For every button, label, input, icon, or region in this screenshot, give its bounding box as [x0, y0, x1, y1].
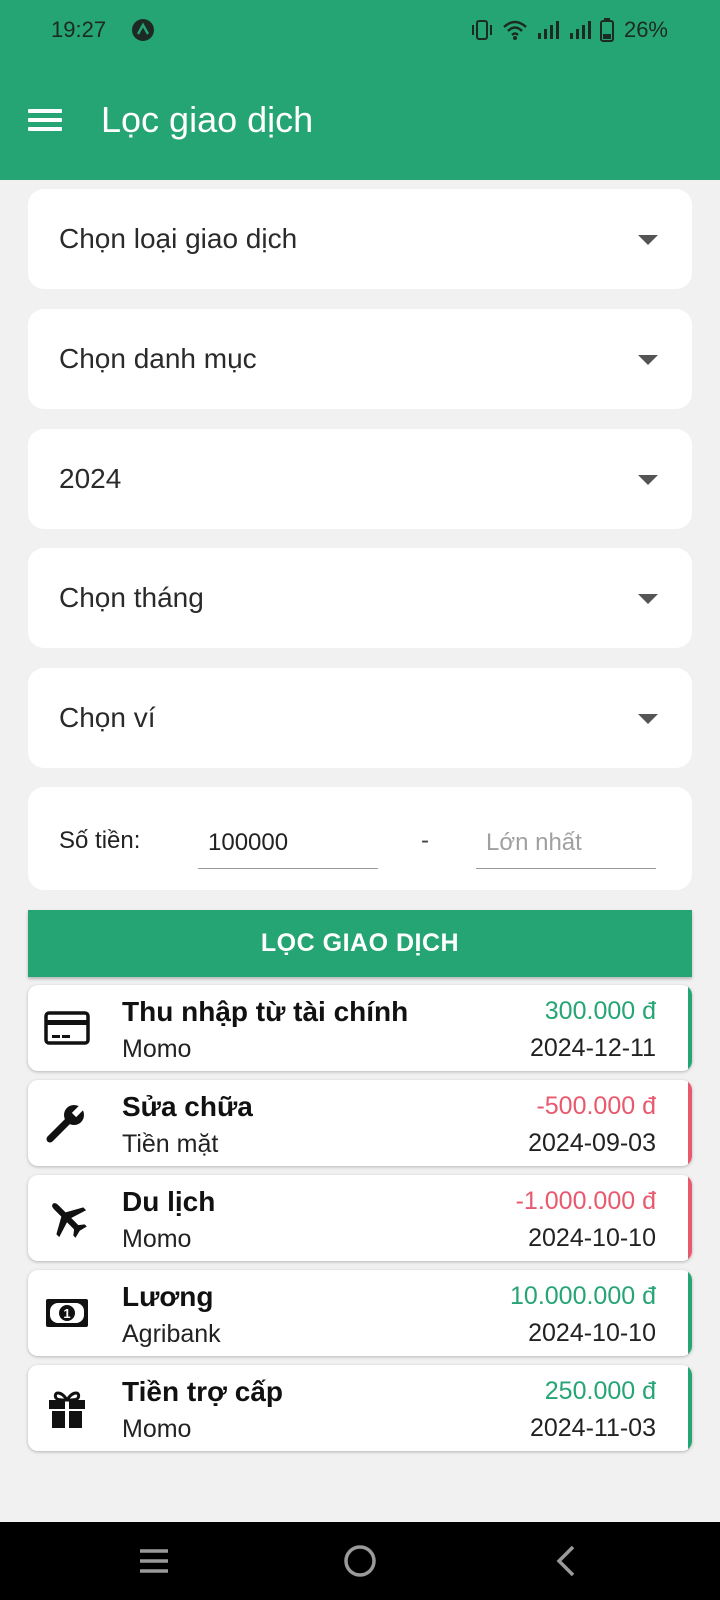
- status-time: 19:27: [51, 17, 107, 42]
- transaction-amount: -1.000.000 đ: [515, 1187, 656, 1215]
- system-nav-bar: [0, 1522, 720, 1600]
- transaction-wallet: Momo: [122, 1225, 192, 1253]
- vibrate-icon: [471, 20, 492, 40]
- transaction-wallet: Momo: [122, 1035, 192, 1063]
- transaction-name: Thu nhập từ tài chính: [122, 996, 409, 1027]
- dropdown-label: 2024: [59, 463, 122, 494]
- transaction-name: Tiền trợ cấp: [122, 1376, 283, 1407]
- wallet-dropdown[interactable]: Chọn ví: [28, 668, 692, 768]
- income-indicator: [688, 1365, 692, 1451]
- transaction-item[interactable]: 1 Lương Agribank 10.000.000 đ 2024-10-10: [28, 1270, 692, 1356]
- wrench-icon: [46, 1101, 89, 1143]
- dropdown-label: Chọn loại giao dịch: [59, 223, 298, 254]
- battery-percent: 26%: [623, 17, 668, 42]
- transaction-item[interactable]: Sửa chữa Tiền mặt -500.000 đ 2024-09-03: [28, 1080, 692, 1166]
- gift-icon: [49, 1391, 85, 1428]
- menu-icon[interactable]: [26, 104, 64, 136]
- month-dropdown[interactable]: Chọn tháng: [28, 548, 692, 648]
- back-icon[interactable]: [554, 1544, 578, 1578]
- range-separator: -: [421, 827, 429, 854]
- max-amount-input[interactable]: [476, 817, 656, 869]
- transaction-date: 2024-10-10: [528, 1319, 656, 1347]
- home-icon[interactable]: [343, 1544, 377, 1578]
- transaction-name: Lương: [122, 1281, 214, 1312]
- dropdown-label: Chọn danh mục: [59, 343, 257, 374]
- year-dropdown[interactable]: 2024: [28, 429, 692, 529]
- transaction-name: Sửa chữa: [122, 1091, 253, 1122]
- battery-icon: [599, 18, 614, 42]
- dropdown-label: Chọn ví: [59, 702, 156, 733]
- filter-transactions-button[interactable]: LỌC GIAO DỊCH: [28, 910, 692, 977]
- amount-range-card: Số tiền: -: [28, 787, 692, 890]
- wifi-icon: [503, 20, 527, 40]
- recent-apps-icon[interactable]: [138, 1545, 170, 1577]
- transaction-amount: 10.000.000 đ: [510, 1282, 656, 1310]
- transaction-wallet: Momo: [122, 1415, 192, 1443]
- transaction-date: 2024-09-03: [528, 1129, 656, 1157]
- airplane-icon: [52, 1203, 87, 1238]
- status-bar: 19:27 26%: [0, 0, 720, 62]
- transaction-amount: 300.000 đ: [544, 997, 656, 1025]
- dropdown-arrow-icon: [638, 235, 658, 245]
- money-bill-icon: 1: [46, 1299, 88, 1327]
- expense-indicator: [688, 1080, 692, 1166]
- credit-card-icon: [44, 1011, 90, 1045]
- transaction-type-dropdown[interactable]: Chọn loại giao dịch: [28, 189, 692, 289]
- status-icons: 26%: [470, 15, 668, 45]
- transaction-item[interactable]: Du lịch Momo -1.000.000 đ 2024-10-10: [28, 1175, 692, 1261]
- transaction-item[interactable]: Thu nhập từ tài chính Momo 300.000 đ 202…: [28, 985, 692, 1071]
- app-notification-icon: [132, 19, 154, 41]
- transaction-wallet: Agribank: [122, 1320, 221, 1348]
- app-bar: 19:27 26% Lọc giao dịch: [0, 0, 720, 180]
- transaction-date: 2024-11-03: [529, 1414, 656, 1442]
- signal-icon: [537, 21, 559, 39]
- income-indicator: [688, 1270, 692, 1356]
- category-dropdown[interactable]: Chọn danh mục: [28, 309, 692, 409]
- dropdown-arrow-icon: [638, 475, 658, 485]
- svg-text:1: 1: [63, 1306, 70, 1321]
- min-amount-input[interactable]: [198, 817, 378, 869]
- transaction-amount: 250.000 đ: [544, 1377, 656, 1405]
- transaction-date: 2024-12-11: [529, 1034, 656, 1062]
- expense-indicator: [688, 1175, 692, 1261]
- transaction-amount: -500.000 đ: [536, 1092, 656, 1120]
- dropdown-arrow-icon: [638, 594, 658, 604]
- signal-icon: [569, 21, 591, 39]
- transaction-item[interactable]: Tiền trợ cấp Momo 250.000 đ 2024-11-03: [28, 1365, 692, 1451]
- transaction-date: 2024-10-10: [528, 1224, 656, 1252]
- amount-label: Số tiền:: [59, 827, 141, 854]
- dropdown-arrow-icon: [638, 714, 658, 724]
- income-indicator: [688, 985, 692, 1071]
- dropdown-arrow-icon: [638, 355, 658, 365]
- dropdown-label: Chọn tháng: [59, 582, 204, 613]
- page-title: Lọc giao dịch: [101, 99, 314, 140]
- transaction-name: Du lịch: [122, 1186, 216, 1217]
- transaction-wallet: Tiền mặt: [122, 1130, 219, 1158]
